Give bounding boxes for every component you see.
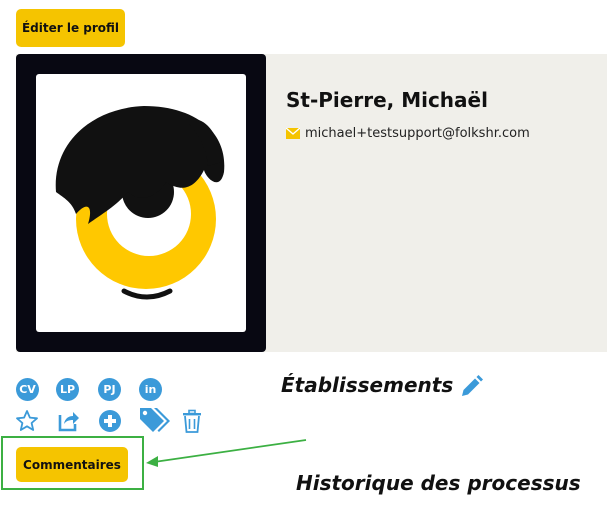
annotation-arrow [146, 439, 307, 467]
tag-icon[interactable] [138, 406, 170, 432]
lp-badge[interactable]: LP [56, 378, 79, 401]
profile-email[interactable]: michael+testsupport@folkshr.com [305, 126, 530, 141]
add-icon[interactable] [98, 409, 122, 433]
star-icon[interactable] [15, 409, 39, 433]
pencil-icon[interactable] [459, 375, 483, 399]
trash-icon[interactable] [180, 409, 204, 433]
profile-name: St-Pierre, Michaël [286, 88, 488, 112]
avatar-illustration [55, 106, 225, 300]
cv-badge[interactable]: CV [16, 378, 39, 401]
process-history-heading: Historique des processus [296, 471, 581, 495]
edit-profile-button[interactable]: Éditer le profil [16, 9, 125, 47]
share-icon[interactable] [56, 409, 80, 433]
profile-email-row: michael+testsupport@folkshr.com [285, 124, 530, 143]
pj-badge[interactable]: PJ [98, 378, 121, 401]
envelope-icon [285, 124, 301, 143]
linkedin-badge[interactable]: in [139, 378, 162, 401]
profile-photo[interactable] [36, 74, 246, 332]
comments-button[interactable]: Commentaires [16, 447, 128, 482]
establishments-heading: Établissements [281, 373, 454, 397]
